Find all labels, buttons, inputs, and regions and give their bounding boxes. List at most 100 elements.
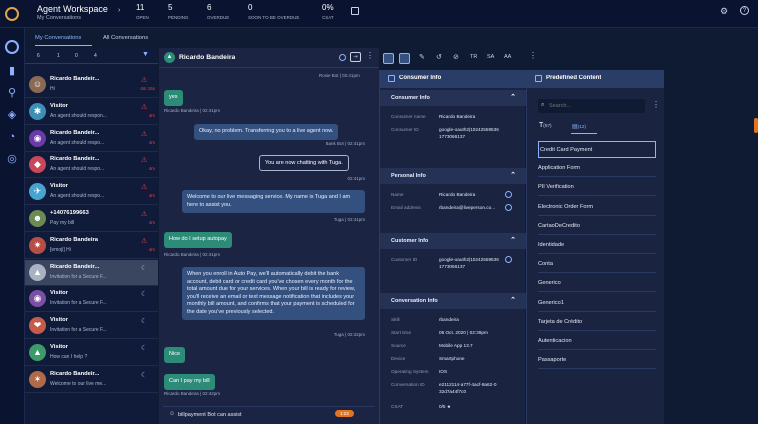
conversation-name: Visitor	[50, 290, 68, 297]
conversation-list: 6 1 0 4 ▼ ☺ Ricardo Bandeir... Hi 4m 15s ⚠ ✱ V…	[25, 48, 158, 424]
conversation-preview: Welcome to our live me...	[50, 380, 107, 387]
collapse-chevron-icon[interactable]: ⌃	[510, 296, 516, 304]
contact-avatar: ✶	[29, 370, 46, 388]
stat-csat-value: 0%	[322, 3, 334, 12]
predefined-item[interactable]: Conta	[538, 256, 656, 274]
predefined-item[interactable]: Electronic Order Form	[538, 199, 656, 216]
stat-open[interactable]: 11 OPEN	[136, 3, 166, 20]
message-meta: Bank Bot | 02:41pm	[325, 141, 365, 146]
bot-assist-badge[interactable]: 1:23	[335, 410, 354, 417]
stat-pending[interactable]: 5 PENDING	[168, 3, 198, 20]
tab-underline	[35, 45, 92, 46]
count-soon[interactable]: 4	[94, 53, 97, 59]
conversation-name: Ricardo Bandeir...	[50, 263, 100, 270]
collapse-chevron-icon[interactable]: ⌃	[510, 236, 516, 244]
app-logo-icon	[5, 7, 19, 21]
conversation-item[interactable]: ▲ Visitor How can I help ? ☾	[25, 340, 158, 366]
stat-pending-label: PENDING	[168, 15, 189, 20]
filter-icon[interactable]: ▼	[142, 51, 149, 58]
conversation-item[interactable]: ✈ Visitor An agent should respo... 4m ⚠	[25, 179, 158, 206]
tab-all-conversations[interactable]: All Conversations	[103, 35, 148, 41]
count-overdue[interactable]: 0	[75, 53, 78, 59]
sa-icon[interactable]: SA	[487, 54, 494, 60]
campaign-icon[interactable]: ⚲	[5, 86, 19, 100]
field-label: Operating System	[391, 369, 429, 374]
stat-overdue-label: OVERDUE	[207, 15, 230, 20]
header-chevron-icon[interactable]: ›	[118, 7, 120, 14]
collapse-tab[interactable]	[754, 118, 758, 133]
predefined-item[interactable]: Generico	[538, 275, 656, 293]
message-meta: Ricardo Bandeira | 02:41pm	[164, 252, 220, 257]
conversation-preview: Invitation for a Secure F...	[50, 273, 107, 280]
conversation-name: Visitor	[50, 183, 68, 190]
predefined-item[interactable]: Autenticacion	[538, 333, 656, 350]
conversation-item[interactable]: ◆ Ricardo Bandeir... An agent should respo…	[25, 152, 158, 179]
alert-icon: ⚠	[141, 77, 148, 84]
time-icon[interactable]: ◔	[5, 130, 19, 144]
conversation-name: Visitor	[50, 317, 68, 324]
count-pending[interactable]: 1	[57, 53, 60, 59]
block-icon[interactable]: ⊘	[453, 53, 459, 61]
conversation-item[interactable]: ▲ Ricardo Bandeir... Invitation for a Secu…	[25, 259, 158, 286]
predefined-item[interactable]: Credit Card Payment	[538, 141, 656, 158]
moon-icon: ☾	[141, 318, 148, 326]
settings-icon[interactable]: ⚙	[720, 6, 728, 17]
conversation-item[interactable]: ✶ Ricardo Bandeir... Welcome to our live m…	[25, 367, 158, 393]
toolbar-more-icon[interactable]: ⋮	[529, 51, 537, 60]
consumer-section-header[interactable]: Consumer Info ⌃	[380, 90, 526, 106]
conversation-item[interactable]: ✷ Ricardo Bandeira [emoji] Hi 4m ⚠	[25, 233, 158, 259]
analytics-icon[interactable]: ▮	[5, 64, 19, 78]
stat-open-value: 11	[136, 3, 145, 12]
conversation-item[interactable]: ☻ +14076199663 Pay my bill 4m ⚠	[25, 206, 158, 232]
conversation-preview: Invitation for a Secure F...	[50, 300, 107, 307]
predefined-item[interactable]: PII Verification	[538, 179, 656, 197]
app-subtitle: My Conversations	[37, 15, 82, 21]
stat-soon-value: 0	[248, 3, 253, 12]
conversations-icon[interactable]	[5, 40, 19, 54]
conversation-item[interactable]: ☺ Ricardo Bandeir... Hi 4m 15s ⚠	[25, 72, 158, 98]
aa-icon[interactable]: AA	[504, 54, 511, 60]
consumer-section-header[interactable]: Customer Info ⌃	[380, 233, 526, 249]
stat-csat-label: CSAT	[322, 15, 334, 20]
consumer-info-tab-icon[interactable]	[383, 53, 394, 64]
predefined-item[interactable]: Passaporte	[538, 352, 656, 370]
predefined-item[interactable]: CartaoDeCredito	[538, 218, 656, 235]
field-label: Device	[391, 356, 406, 361]
consumer-message-bubble: Nice	[164, 347, 186, 363]
translate-icon[interactable]: TR	[470, 54, 477, 60]
predefined-item[interactable]: Generico1	[538, 295, 656, 312]
consumer-section-header[interactable]: Personal Info ⌃	[380, 168, 526, 184]
predefined-item[interactable]: Tarjeta de Crédito	[538, 314, 656, 331]
notes-icon[interactable]: ✎	[419, 53, 425, 61]
bot-assist-text: billpayment Bot can assist	[178, 412, 242, 418]
conversation-name: Visitor	[50, 344, 68, 350]
stat-soon-overdue[interactable]: 0 SOON TO BE OVERDUE	[248, 3, 308, 20]
collapse-chevron-icon[interactable]: ⌃	[510, 93, 516, 101]
count-open[interactable]: 6	[37, 53, 40, 59]
conversation-preview: How can I help ?	[50, 354, 88, 360]
consumer-section-header[interactable]: Conversation Info ⌃	[380, 293, 526, 309]
conversation-item[interactable]: ◉ Ricardo Bandeir... An agent should respo…	[25, 126, 158, 152]
contact-avatar: ▲	[29, 263, 46, 281]
section-title: Customer Info	[391, 238, 429, 244]
stat-overdue[interactable]: 6 OVERDUE	[207, 3, 237, 20]
conversation-item[interactable]: ◉ Visitor Invitation for a Secure F... ☾	[25, 286, 158, 313]
conversation-filters: 6 1 0 4 ▼	[25, 48, 158, 64]
stat-csat[interactable]: 0% CSAT	[322, 3, 344, 20]
export-icon[interactable]	[351, 7, 359, 15]
conversation-item[interactable]: ✱ Visitor An agent should respon... 4m ⚠	[25, 99, 158, 125]
conversation-item[interactable]: ❤ Visitor Invitation for a Secure F... ☾	[25, 313, 158, 340]
globe-icon[interactable]: ◎	[5, 152, 19, 166]
tab-my-conversations[interactable]: My Conversations	[35, 35, 81, 41]
collapse-chevron-icon[interactable]: ⌃	[510, 171, 516, 179]
predefined-item[interactable]: Application Form	[538, 160, 656, 178]
conversation-preview: An agent should respo...	[50, 166, 105, 173]
predefined-item[interactable]: Identidade	[538, 237, 656, 254]
field-label: Conversation ID	[391, 382, 425, 387]
history-icon[interactable]: ↺	[436, 53, 442, 61]
predefined-tab-icon[interactable]	[399, 53, 410, 64]
message-meta: 02:41pm	[347, 176, 365, 181]
contact-avatar: ✈	[29, 183, 46, 201]
help-icon[interactable]: ?	[740, 6, 749, 15]
tag-icon[interactable]: ◈	[5, 108, 19, 122]
